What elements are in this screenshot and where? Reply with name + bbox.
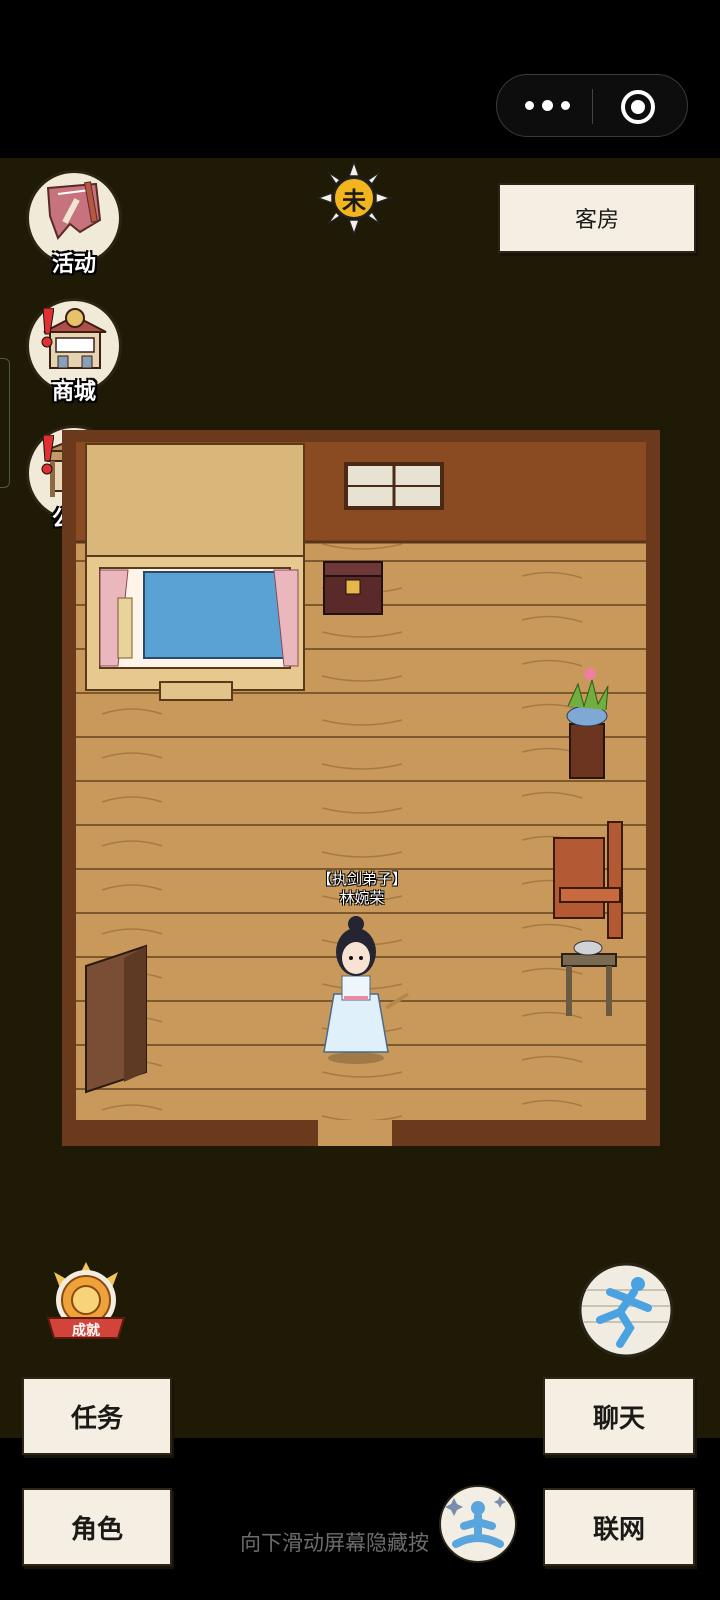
bed bbox=[85, 443, 305, 701]
target-circle-icon[interactable] bbox=[621, 90, 655, 124]
shop-button[interactable]: 商城 bbox=[26, 298, 126, 405]
guest-room-map[interactable] bbox=[62, 430, 660, 1146]
mini-program-capsule bbox=[496, 74, 688, 137]
top-bar bbox=[0, 0, 720, 158]
more-dots-icon[interactable] bbox=[525, 100, 570, 111]
achievement-label: 成就 bbox=[72, 1323, 100, 1339]
treasure-chest bbox=[323, 561, 383, 615]
activity-label: 活动 bbox=[51, 252, 96, 277]
shop-label: 商城 bbox=[51, 380, 96, 405]
character-name-tag: 【执剑弟子】 林婉荣 bbox=[300, 870, 424, 908]
side-drawer-handle[interactable] bbox=[0, 358, 10, 488]
scroll-flag-icon bbox=[46, 181, 102, 240]
role-button[interactable]: 角色 bbox=[22, 1488, 172, 1566]
swipe-hint: 向下滑动屏幕隐藏按 bbox=[240, 1531, 429, 1555]
activity-button[interactable]: 活动 bbox=[26, 170, 126, 277]
capsule-divider bbox=[592, 89, 593, 124]
character-title: 【执剑弟子】 bbox=[316, 870, 407, 888]
meditation-icon[interactable] bbox=[436, 1482, 520, 1566]
bookshelf bbox=[85, 944, 147, 1094]
character-name: 林婉荣 bbox=[339, 889, 385, 907]
alert-badge-icon bbox=[41, 308, 54, 348]
running-man-icon[interactable] bbox=[576, 1262, 676, 1358]
chat-button[interactable]: 聊天 bbox=[543, 1377, 695, 1455]
alert-badge-icon bbox=[41, 435, 54, 475]
network-button[interactable]: 联网 bbox=[543, 1488, 695, 1566]
time-badge-text: 未 bbox=[342, 186, 366, 215]
task-button[interactable]: 任务 bbox=[22, 1377, 172, 1455]
location-label: 客房 bbox=[498, 183, 696, 253]
